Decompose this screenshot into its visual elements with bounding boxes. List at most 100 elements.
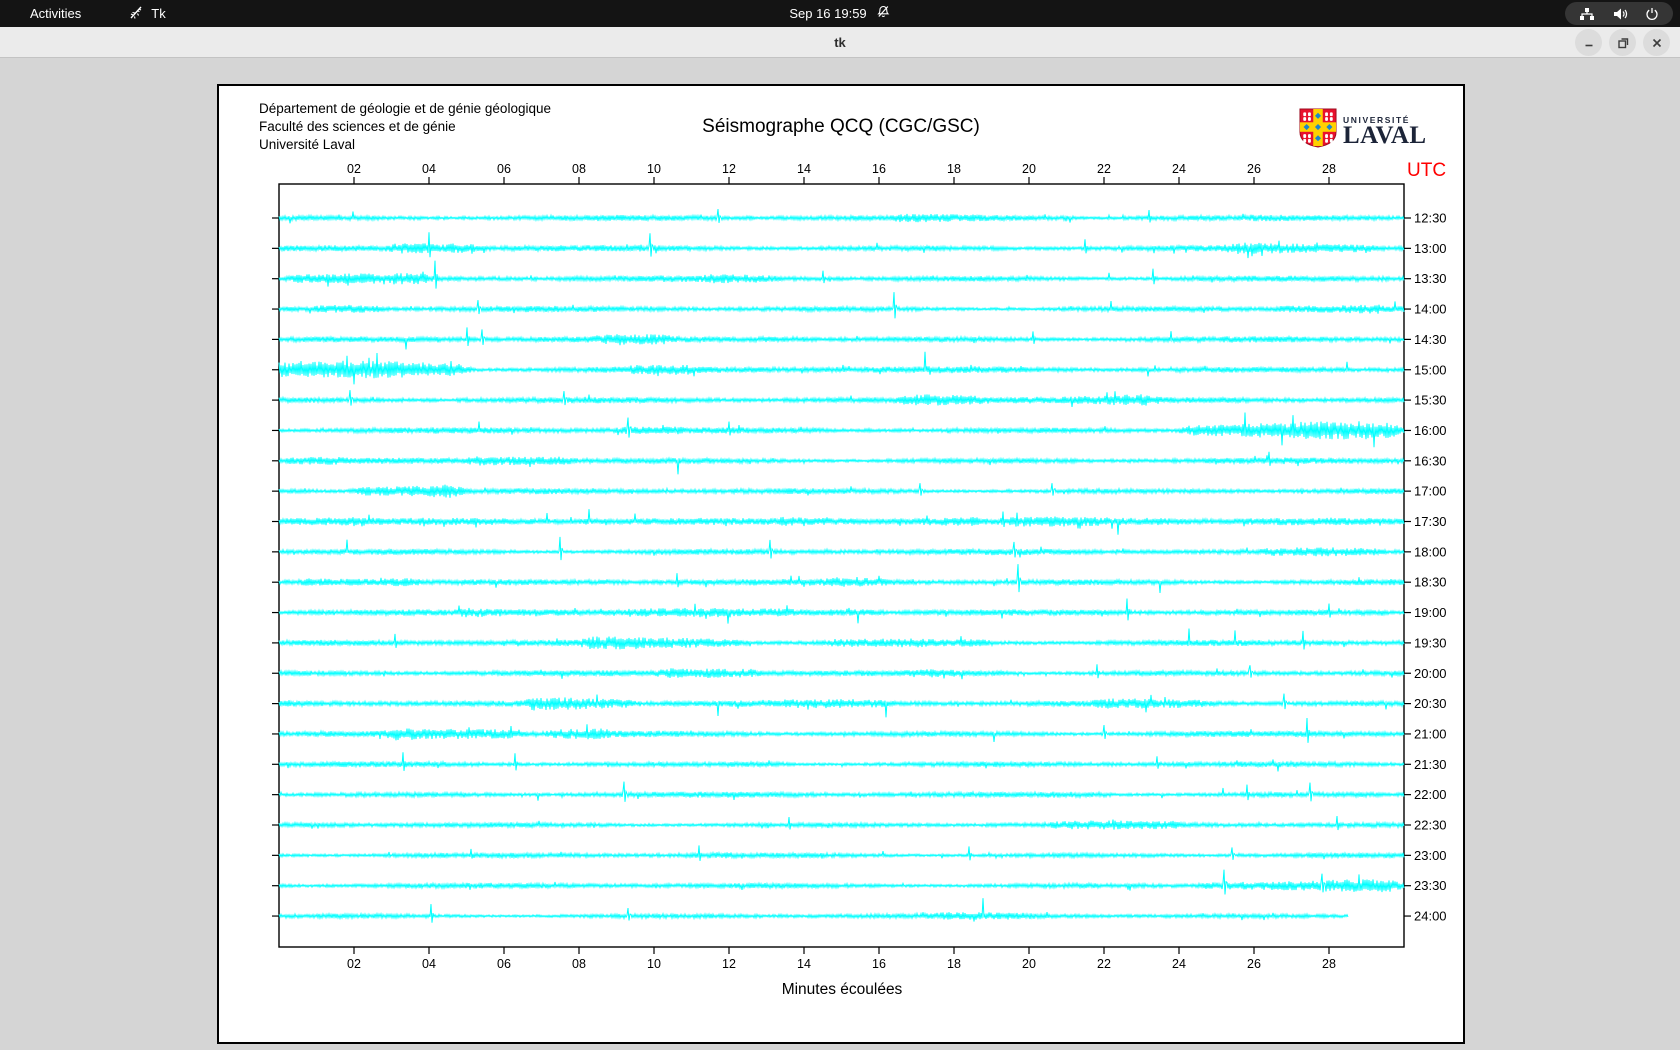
seismogram-trace xyxy=(279,564,1404,593)
seismogram-trace xyxy=(279,898,1348,923)
time-label: 13:00 xyxy=(1414,241,1447,256)
time-label: 14:30 xyxy=(1414,332,1447,347)
maximize-button[interactable] xyxy=(1609,29,1636,56)
x-tick-label-bottom: 10 xyxy=(647,957,661,971)
seismogram-trace xyxy=(279,292,1404,318)
volume-icon xyxy=(1612,7,1628,21)
x-tick-label-bottom: 06 xyxy=(497,957,511,971)
seismogram-trace xyxy=(279,483,1404,498)
close-button[interactable] xyxy=(1643,29,1670,56)
x-tick-label-top: 12 xyxy=(722,162,736,176)
system-status-area[interactable] xyxy=(1565,2,1673,25)
x-tick-label-bottom: 26 xyxy=(1247,957,1261,971)
seismogram-trace xyxy=(279,664,1404,679)
time-label: 21:30 xyxy=(1414,757,1447,772)
seismogram-trace xyxy=(279,537,1404,560)
seismogram-trace xyxy=(279,352,1404,385)
x-tick-label-bottom: 16 xyxy=(872,957,886,971)
time-label: 23:00 xyxy=(1414,848,1447,863)
window-titlebar[interactable]: tk xyxy=(0,27,1680,58)
time-label: 15:00 xyxy=(1414,362,1447,377)
time-label: 17:00 xyxy=(1414,484,1447,499)
seismogram-trace xyxy=(279,694,1404,718)
seismogram-trace xyxy=(279,509,1404,535)
x-tick-label-top: 14 xyxy=(797,162,811,176)
seismogram-trace xyxy=(279,599,1404,624)
seismogram-trace xyxy=(279,845,1404,861)
close-icon xyxy=(1650,36,1664,50)
x-tick-label-top: 10 xyxy=(647,162,661,176)
x-tick-label-top: 08 xyxy=(572,162,586,176)
network-icon xyxy=(1579,7,1595,21)
x-tick-label-bottom: 28 xyxy=(1322,957,1336,971)
x-tick-label-top: 04 xyxy=(422,162,436,176)
time-label: 22:00 xyxy=(1414,787,1447,802)
seismogram-trace xyxy=(279,209,1404,223)
time-label: 16:00 xyxy=(1414,423,1447,438)
time-label: 15:30 xyxy=(1414,393,1447,408)
x-tick-label-top: 20 xyxy=(1022,162,1036,176)
x-tick-label-top: 26 xyxy=(1247,162,1261,176)
window-body: Département de géologie et de génie géol… xyxy=(0,58,1680,1050)
seismograph-plot: 02 02 04 04 06 06 08 08 10 10 12 12 14 14 16 16 18 18 20 20… xyxy=(219,86,1465,1044)
app-menu-label: Tk xyxy=(151,6,165,21)
seismogram-trace xyxy=(279,816,1404,830)
seismogram-trace xyxy=(279,261,1404,289)
tk-feather-icon xyxy=(129,5,144,23)
x-tick-label-bottom: 14 xyxy=(797,957,811,971)
seismograph-canvas: Département de géologie et de génie géol… xyxy=(217,84,1465,1044)
time-label: 21:00 xyxy=(1414,726,1447,741)
x-tick-label-bottom: 12 xyxy=(722,957,736,971)
clock-text: Sep 16 19:59 xyxy=(789,6,866,21)
gnome-top-bar: Activities Tk Sep 16 19:59 xyxy=(0,0,1680,27)
window-title: tk xyxy=(0,27,1680,58)
time-label: 19:00 xyxy=(1414,605,1447,620)
x-tick-label-top: 28 xyxy=(1322,162,1336,176)
x-axis-title: Minutes écoulées xyxy=(219,981,1465,999)
clock-menu[interactable]: Sep 16 19:59 xyxy=(789,5,890,22)
time-label: 14:00 xyxy=(1414,302,1447,317)
seismogram-trace xyxy=(279,629,1404,650)
seismogram-trace xyxy=(279,390,1404,407)
plot-box xyxy=(279,184,1404,947)
x-tick-label-top: 24 xyxy=(1172,162,1186,176)
minimize-icon xyxy=(1582,36,1596,50)
activities-button[interactable]: Activities xyxy=(22,4,89,23)
x-tick-label-bottom: 20 xyxy=(1022,957,1036,971)
seismogram-trace xyxy=(279,870,1404,895)
time-label: 18:00 xyxy=(1414,544,1447,559)
time-label: 19:30 xyxy=(1414,635,1447,650)
x-tick-label-bottom: 22 xyxy=(1097,957,1111,971)
seismogram-trace xyxy=(279,327,1404,349)
time-label: 13:30 xyxy=(1414,271,1447,286)
x-tick-label-top: 16 xyxy=(872,162,886,176)
time-label: 16:30 xyxy=(1414,453,1447,468)
time-label: 22:30 xyxy=(1414,818,1447,833)
seismogram-trace xyxy=(279,718,1404,743)
seismogram-trace xyxy=(279,782,1404,802)
time-label: 23:30 xyxy=(1414,878,1447,893)
x-tick-label-top: 18 xyxy=(947,162,961,176)
minimize-button[interactable] xyxy=(1575,29,1602,56)
seismogram-trace xyxy=(279,452,1404,475)
time-label: 24:00 xyxy=(1414,909,1447,924)
app-menu-tk[interactable]: Tk xyxy=(129,5,165,23)
x-tick-label-bottom: 04 xyxy=(422,957,436,971)
x-tick-label-top: 22 xyxy=(1097,162,1111,176)
time-label: 12:30 xyxy=(1414,211,1447,226)
time-label: 18:30 xyxy=(1414,575,1447,590)
x-tick-label-bottom: 08 xyxy=(572,957,586,971)
x-tick-label-top: 06 xyxy=(497,162,511,176)
seismogram-trace xyxy=(279,232,1404,258)
x-tick-label-bottom: 24 xyxy=(1172,957,1186,971)
time-label: 20:00 xyxy=(1414,666,1447,681)
seismogram-trace xyxy=(279,752,1404,771)
power-icon xyxy=(1645,7,1659,21)
x-tick-label-bottom: 18 xyxy=(947,957,961,971)
time-label: 20:30 xyxy=(1414,696,1447,711)
x-tick-label-top: 02 xyxy=(347,162,361,176)
restore-icon xyxy=(1616,36,1630,50)
time-label: 17:30 xyxy=(1414,514,1447,529)
x-tick-label-bottom: 02 xyxy=(347,957,361,971)
seismogram-trace xyxy=(279,413,1404,448)
